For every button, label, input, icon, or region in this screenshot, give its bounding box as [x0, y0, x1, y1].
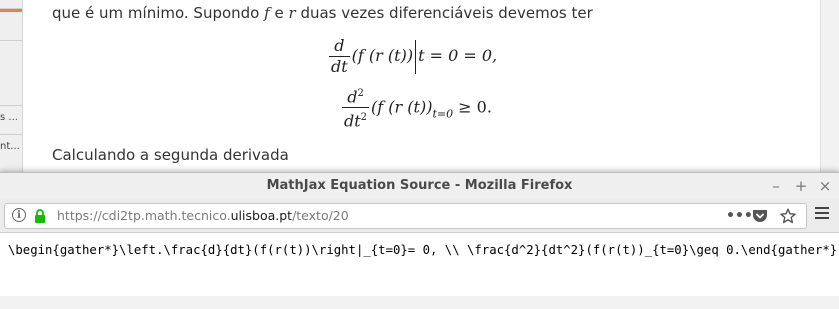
sidebar-tab[interactable]: [0, 40, 22, 65]
intro-text-end: duas vezes diferenciáveis devemos ter: [300, 4, 593, 22]
fraction-numerator: d: [334, 36, 345, 55]
navigation-bar: i https://cdi2tp.math.tecnico.ulisboa.pt…: [0, 199, 839, 233]
math-var-f: f: [264, 4, 270, 22]
fraction: d dt: [329, 36, 350, 77]
maximize-button[interactable]: +: [791, 173, 811, 199]
hamburger-menu-icon[interactable]: [815, 207, 829, 222]
lock-icon[interactable]: [34, 209, 46, 223]
bookmark-star-icon[interactable]: [780, 208, 796, 224]
equation-rest: ≥ 0.: [458, 97, 492, 117]
sidebar-tab[interactable]: nt...: [0, 134, 22, 159]
intro-paragraph: que é um mínimo. Supondo f e r duas veze…: [52, 4, 593, 22]
url-text[interactable]: https://cdi2tp.math.tecnico.ulisboa.pt/t…: [57, 204, 349, 228]
url-prefix: https://cdi2tp.math.tecnico.: [57, 208, 231, 223]
next-paragraph: Calculando a segunda derivada: [52, 146, 289, 164]
page-actions-icon[interactable]: •••: [726, 204, 753, 228]
numerator-exponent: 2: [357, 88, 364, 99]
fraction-denominator: dt: [344, 111, 361, 131]
sidebar-tab[interactable]: s ...: [0, 105, 22, 130]
equation-body: (f (r (t)): [351, 46, 414, 65]
page-scrollbar[interactable]: [820, 0, 839, 174]
background-sidebar: s ... nt...: [0, 0, 23, 174]
info-icon[interactable]: i: [12, 208, 26, 222]
document-content: que é um mínimo. Supondo f e r duas veze…: [23, 0, 820, 174]
close-button[interactable]: ×: [815, 173, 835, 199]
intro-text: que é um mínimo. Supondo: [52, 4, 260, 22]
equation-first-derivative: d dt (f (r (t)) t = 0 = 0,: [329, 36, 497, 77]
equation-second-derivative: d2 dt2 (f (r (t))t=0 ≥ 0.: [342, 84, 492, 132]
url-path: /texto/20: [292, 208, 349, 223]
equation-rest: t = 0 = 0,: [418, 46, 498, 65]
conjunction: e: [274, 4, 284, 22]
equation-subscript: t=0: [432, 107, 454, 121]
mathjax-source-window: MathJax Equation Source - Mozilla Firefo…: [0, 172, 839, 297]
minimize-button[interactable]: –: [766, 173, 786, 199]
fraction: d2 dt2: [342, 84, 370, 132]
window-title: MathJax Equation Source - Mozilla Firefo…: [266, 178, 573, 193]
evaluation-bar: [415, 39, 417, 74]
url-bar[interactable]: i https://cdi2tp.math.tecnico.ulisboa.pt…: [4, 203, 807, 229]
equation-source-text: \begin{gather*}\left.\frac{d}{dt}(f(r(t)…: [8, 243, 838, 257]
fraction-numerator: d: [347, 87, 358, 107]
sidebar-accent: [0, 8, 22, 12]
window-titlebar[interactable]: MathJax Equation Source - Mozilla Firefo…: [0, 173, 839, 199]
denominator-exponent: 2: [360, 112, 368, 124]
pocket-icon[interactable]: [752, 209, 768, 223]
url-host: ulisboa.pt: [230, 208, 293, 223]
fraction-denominator: dt: [329, 56, 350, 76]
math-var-r: r: [288, 4, 296, 22]
equation-body: (f (r (t)): [371, 97, 433, 117]
window-bottom-edge: [0, 296, 839, 309]
